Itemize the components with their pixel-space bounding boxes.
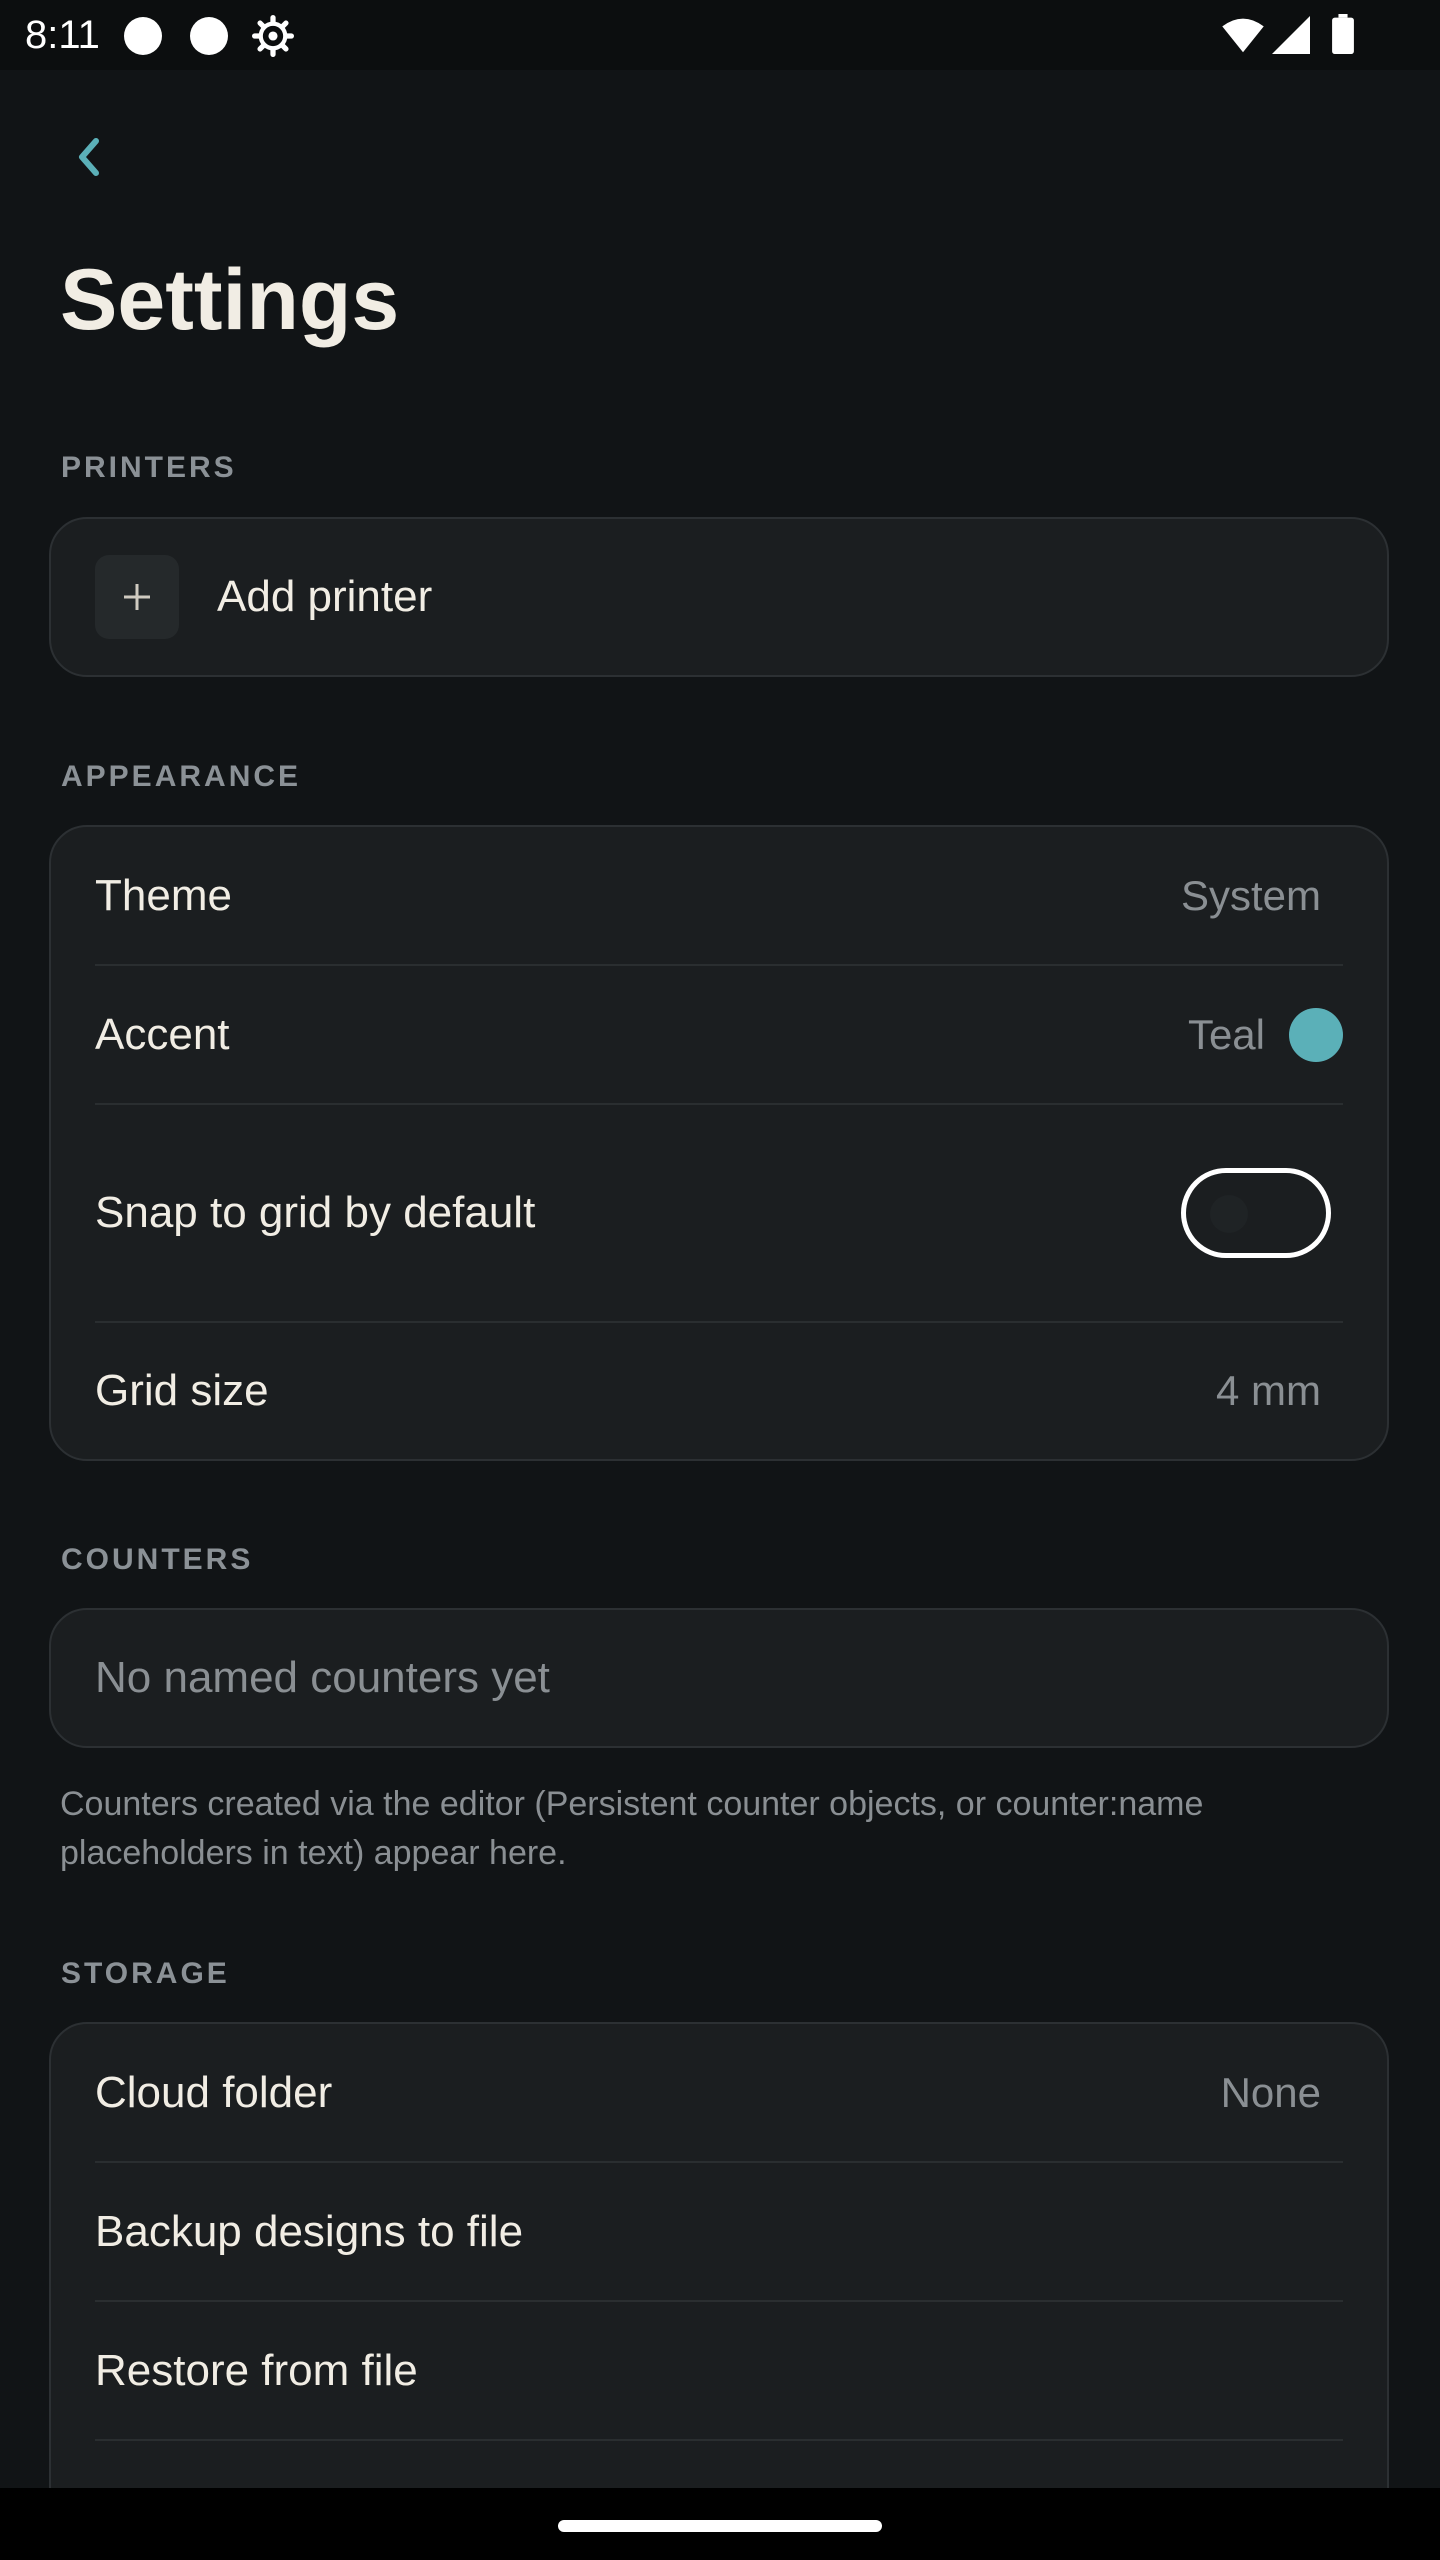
accent-value: Teal — [1187, 1010, 1265, 1058]
restore-from-file-row[interactable]: Restore from file — [95, 2300, 1343, 2439]
settings-gear-icon — [252, 15, 294, 57]
wifi-icon — [1222, 18, 1264, 53]
accent-color-swatch — [1289, 1007, 1343, 1062]
section-label-storage: STORAGE — [61, 1957, 230, 1990]
status-time: 8:11 — [25, 13, 100, 57]
restore-from-file-label: Restore from file — [95, 2345, 418, 2395]
plus-icon — [95, 555, 179, 639]
accent-label: Accent — [95, 1009, 230, 1059]
appearance-card: Theme System Accent Teal Snap to grid by… — [49, 825, 1389, 1461]
home-gesture-handle[interactable] — [558, 2520, 882, 2532]
snap-to-grid-row[interactable]: Snap to grid by default — [95, 1103, 1343, 1321]
toggle-knob — [1210, 1195, 1248, 1233]
chevron-left-icon — [79, 138, 99, 176]
notification-dot-icon — [190, 17, 228, 55]
snap-to-grid-toggle[interactable] — [1181, 1168, 1331, 1258]
backup-designs-row[interactable]: Backup designs to file — [95, 2161, 1343, 2300]
cloud-folder-value: None — [1220, 2068, 1321, 2116]
section-label-printers: PRINTERS — [61, 451, 237, 484]
notification-dot-icon — [124, 17, 162, 55]
printers-card: Add printer — [49, 517, 1389, 677]
grid-size-row[interactable]: Grid size 4 mm — [95, 1321, 1343, 1459]
theme-row[interactable]: Theme System — [95, 827, 1343, 964]
counters-card: No named counters yet — [49, 1608, 1389, 1748]
page-title: Settings — [60, 252, 400, 348]
back-button[interactable] — [62, 130, 116, 184]
counters-empty-row: No named counters yet — [95, 1610, 1343, 1746]
status-bar: 8:11 — [0, 0, 1440, 70]
theme-value: System — [1180, 871, 1321, 919]
section-label-counters: COUNTERS — [61, 1543, 254, 1576]
battery-icon — [1332, 14, 1354, 54]
grid-size-label: Grid size — [95, 1366, 269, 1415]
counters-empty-text: No named counters yet — [95, 1653, 550, 1702]
theme-label: Theme — [95, 870, 232, 920]
section-label-appearance: APPEARANCE — [61, 760, 302, 793]
counters-note: Counters created via the editor (Persist… — [60, 1785, 1204, 1872]
add-printer-label: Add printer — [217, 572, 433, 621]
storage-card: Cloud folder None Backup designs to file… — [49, 2022, 1389, 2542]
cloud-folder-row[interactable]: Cloud folder None — [95, 2024, 1343, 2161]
grid-size-value: 4 mm — [1216, 1367, 1321, 1414]
backup-designs-label: Backup designs to file — [95, 2206, 524, 2256]
snap-to-grid-label: Snap to grid by default — [95, 1188, 536, 1237]
navigation-bar — [0, 2488, 1440, 2560]
accent-row[interactable]: Accent Teal — [95, 964, 1343, 1103]
add-printer-row[interactable]: Add printer — [95, 519, 1343, 675]
signal-icon — [1272, 16, 1310, 54]
cloud-folder-label: Cloud folder — [95, 2067, 333, 2117]
